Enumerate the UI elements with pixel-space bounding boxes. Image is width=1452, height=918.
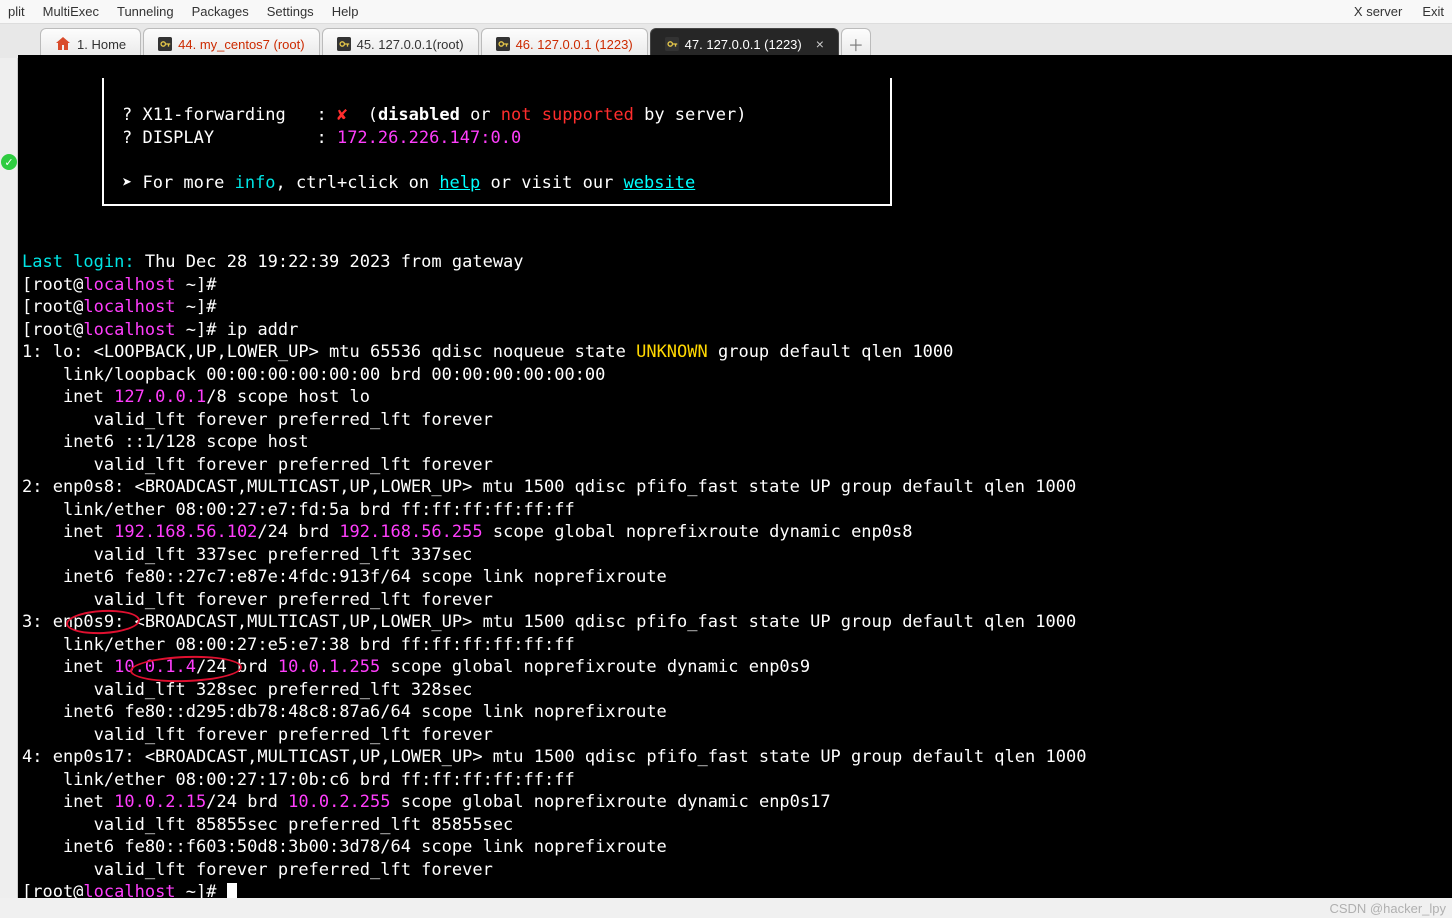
if3-inet6: inet6 fe80::d295:db78:48c8:87a6/64 scope… — [22, 702, 677, 722]
info-line: ➤ For more info, ctrl+click on help or v… — [122, 173, 695, 193]
left-gutter: ✓ — [0, 58, 18, 898]
prompt-3: [root@localhost ~]# — [22, 320, 227, 340]
if3-valid6: valid_lft forever preferred_lft forever — [22, 725, 493, 745]
if2-valid: valid_lft 337sec preferred_lft 337sec — [22, 545, 472, 565]
if4-head: 4: enp0s17: <BROADCAST,MULTICAST,UP,LOWE… — [22, 747, 1086, 767]
help-link[interactable]: help — [439, 173, 480, 193]
if3-link: link/ether 08:00:27:e5:e7:38 brd ff:ff:f… — [22, 635, 575, 655]
watermark: CSDN @hacker_lpy — [1329, 901, 1446, 916]
website-link[interactable]: website — [624, 173, 696, 193]
menubar: plit MultiExec Tunneling Packages Settin… — [0, 0, 1452, 24]
menu-exit[interactable]: Exit — [1422, 4, 1444, 19]
if4-inet: inet 10.0.2.15/24 brd 10.0.2.255 scope g… — [22, 792, 831, 812]
x11-line: ? X11-forwarding : ✘ (disabled or not su… — [122, 105, 746, 125]
status-ok-icon: ✓ — [1, 154, 17, 170]
if4-link: link/ether 08:00:27:17:0b:c6 brd ff:ff:f… — [22, 770, 575, 790]
display-line: ? DISPLAY : 172.26.226.147:0.0 — [122, 128, 521, 148]
if2-valid6: valid_lft forever preferred_lft forever — [22, 590, 493, 610]
if1-valid: valid_lft forever preferred_lft forever — [22, 410, 493, 430]
if2-inet: inet 192.168.56.102/24 brd 192.168.56.25… — [22, 522, 912, 542]
prompt-4: [root@localhost ~]# — [22, 882, 227, 898]
last-login-label: Last login: — [22, 252, 135, 272]
if3-head: 3: enp0s9: <BROADCAST,MULTICAST,UP,LOWER… — [22, 612, 1076, 632]
if1-inet6: inet6 ::1/128 scope host — [22, 432, 319, 452]
prompt-2: [root@localhost ~]# — [22, 297, 227, 317]
menu-multiexec[interactable]: MultiExec — [43, 4, 99, 19]
if1-head: 1: lo: <LOOPBACK,UP,LOWER_UP> mtu 65536 … — [22, 342, 953, 362]
cmd-ip-addr: ip addr — [227, 320, 299, 340]
motd-banner: ? X11-forwarding : ✘ (disabled or not su… — [102, 78, 892, 207]
key-icon — [158, 37, 172, 51]
if4-inet6: inet6 fe80::f603:50d8:3b00:3d78/64 scope… — [22, 837, 677, 857]
prompt-1: [root@localhost ~]# — [22, 275, 227, 295]
if4-valid6: valid_lft forever preferred_lft forever — [22, 860, 493, 880]
tab-label: 45. 127.0.0.1(root) — [357, 37, 464, 52]
tab-label: 46. 127.0.0.1 (1223) — [516, 37, 633, 52]
key-icon — [496, 37, 510, 51]
if1-inet: inet 127.0.0.1/8 scope host lo — [22, 387, 370, 407]
key-icon — [665, 37, 679, 51]
menu-packages[interactable]: Packages — [192, 4, 249, 19]
if1-link: link/loopback 00:00:00:00:00:00 brd 00:0… — [22, 365, 605, 385]
if3-inet: inet 10.0.1.4/24 brd 10.0.1.255 scope gl… — [22, 657, 810, 677]
tab-label: 44. my_centos7 (root) — [178, 37, 304, 52]
last-login-value: Thu Dec 28 19:22:39 2023 from gateway — [135, 252, 524, 272]
menu-xserver[interactable]: X server — [1354, 4, 1402, 19]
key-icon — [337, 37, 351, 51]
if3-valid: valid_lft 328sec preferred_lft 328sec — [22, 680, 472, 700]
if1-valid6: valid_lft forever preferred_lft forever — [22, 455, 493, 475]
menu-tunneling[interactable]: Tunneling — [117, 4, 174, 19]
home-icon — [55, 36, 71, 52]
close-icon[interactable]: × — [816, 36, 824, 52]
if2-head: 2: enp0s8: <BROADCAST,MULTICAST,UP,LOWER… — [22, 477, 1076, 497]
if4-valid: valid_lft 85855sec preferred_lft 85855se… — [22, 815, 513, 835]
menu-settings[interactable]: Settings — [267, 4, 314, 19]
terminal[interactable]: ? X11-forwarding : ✘ (disabled or not su… — [18, 55, 1452, 898]
menu-help[interactable]: Help — [332, 4, 359, 19]
tab-label: 1. Home — [77, 37, 126, 52]
menu-split[interactable]: plit — [8, 4, 25, 19]
if2-inet6: inet6 fe80::27c7:e87e:4fdc:913f/64 scope… — [22, 567, 677, 587]
tab-label: 47. 127.0.0.1 (1223) — [685, 37, 802, 52]
if2-link: link/ether 08:00:27:e7:fd:5a brd ff:ff:f… — [22, 500, 575, 520]
cursor — [227, 883, 237, 898]
